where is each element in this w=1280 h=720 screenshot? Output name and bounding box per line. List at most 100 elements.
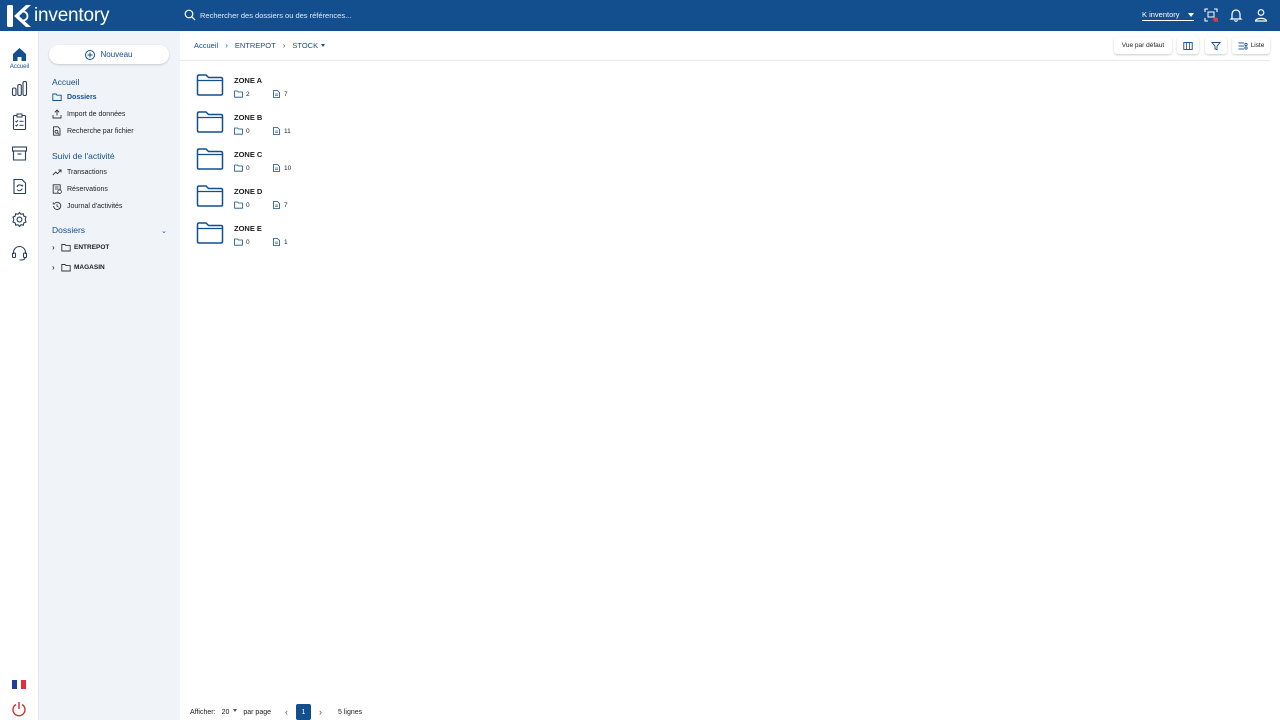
chevron-down-icon bbox=[1188, 12, 1194, 17]
rail-sync[interactable] bbox=[0, 178, 39, 195]
folder-icon bbox=[61, 263, 71, 271]
folder-icon bbox=[234, 238, 243, 246]
sidebar-item-transactions[interactable]: Transactions bbox=[52, 166, 107, 178]
folder-item-zone-b[interactable]: ZONE B 0 11 bbox=[196, 110, 396, 138]
subfolder-count: 0 bbox=[246, 164, 250, 172]
item-count: 7 bbox=[284, 201, 288, 209]
folder-item-zone-e[interactable]: ZONE E 0 1 bbox=[196, 221, 396, 249]
document-icon bbox=[273, 90, 280, 98]
current-page-button[interactable]: 1 bbox=[296, 704, 311, 720]
item-count: 11 bbox=[284, 127, 291, 135]
per-page-label: par page bbox=[243, 708, 271, 716]
folder-info: ZONE C 0 10 bbox=[234, 147, 310, 172]
folder-stats: 0 1 bbox=[234, 238, 310, 246]
chevron-right-icon: › bbox=[282, 41, 286, 50]
chevron-right-icon[interactable]: › bbox=[52, 263, 61, 272]
folder-info: ZONE E 0 1 bbox=[234, 221, 310, 246]
breadcrumb: Accueil › ENTREPOT › STOCK bbox=[194, 41, 326, 50]
caret-down-icon[interactable] bbox=[321, 44, 326, 47]
icon-rail: Accueil bbox=[0, 31, 39, 720]
support-headset-icon bbox=[11, 245, 28, 261]
subfolder-count: 2 bbox=[246, 90, 250, 98]
folder-icon bbox=[52, 93, 62, 101]
subfolder-count: 0 bbox=[246, 238, 250, 246]
sidebar-item-reservations[interactable]: Réservations bbox=[52, 183, 108, 195]
item-count: 7 bbox=[284, 90, 288, 98]
subfolder-count: 0 bbox=[246, 127, 250, 135]
section-accueil[interactable]: Accueil bbox=[52, 77, 79, 87]
new-button[interactable]: Nouveau bbox=[49, 45, 169, 64]
scan-icon[interactable] bbox=[1204, 8, 1218, 22]
tree-item-magasin[interactable]: › MAGASIN bbox=[52, 261, 105, 273]
list-view-button[interactable]: Liste bbox=[1232, 37, 1270, 54]
folder-info: ZONE A 2 7 bbox=[234, 73, 310, 98]
folder-stats: 0 11 bbox=[234, 127, 310, 135]
chevron-up-icon[interactable]: ⌄ bbox=[161, 227, 167, 235]
rail-home[interactable]: Accueil bbox=[0, 46, 39, 70]
account-name: K inventory bbox=[1142, 10, 1180, 19]
section-dossiers[interactable]: Dossiers bbox=[52, 225, 85, 235]
section-suivi[interactable]: Suivi de l'activité bbox=[52, 151, 115, 161]
list-settings-icon bbox=[1238, 42, 1248, 50]
columns-button[interactable] bbox=[1177, 37, 1199, 54]
power-icon[interactable] bbox=[11, 701, 27, 717]
home-icon bbox=[13, 48, 26, 61]
caret-down-icon bbox=[233, 708, 238, 712]
rail-settings[interactable] bbox=[0, 211, 39, 228]
pagination: Afficher: 20 par page ‹ 1 › 5 lignes bbox=[190, 704, 362, 720]
chevron-right-icon: › bbox=[225, 41, 228, 50]
bell-icon[interactable] bbox=[1229, 8, 1243, 22]
chevron-right-icon[interactable]: › bbox=[52, 243, 61, 252]
sidebar: Nouveau Accueil Dossiers Import de donné… bbox=[39, 31, 180, 720]
sidebar-item-dossiers[interactable]: Dossiers bbox=[52, 91, 97, 103]
search-input[interactable] bbox=[200, 10, 580, 20]
default-view-button[interactable]: Vue par défaut bbox=[1114, 37, 1172, 54]
app-logo[interactable]: inventory bbox=[6, 4, 109, 28]
rail-archive[interactable] bbox=[0, 145, 39, 162]
account-select[interactable]: K inventory bbox=[1142, 10, 1194, 21]
folder-icon bbox=[234, 164, 243, 172]
search-icon bbox=[184, 9, 196, 21]
header-divider bbox=[180, 60, 1270, 61]
folder-name: ZONE B bbox=[234, 113, 263, 122]
subfolder-count: 0 bbox=[246, 201, 250, 209]
show-label: Afficher: bbox=[190, 708, 216, 716]
tree-item-entrepot[interactable]: › ENTREPOT bbox=[52, 241, 109, 253]
next-page-icon[interactable]: › bbox=[319, 707, 322, 717]
folder-stats: 0 7 bbox=[234, 201, 310, 209]
filter-button[interactable] bbox=[1205, 37, 1227, 54]
folder-name: ZONE A bbox=[234, 76, 263, 85]
folder-item-zone-a[interactable]: ZONE A 2 7 bbox=[196, 73, 396, 101]
folder-info: ZONE B 0 11 bbox=[234, 110, 310, 135]
top-bar: inventory K inventory bbox=[0, 0, 1280, 31]
chart-icon bbox=[11, 80, 28, 97]
rail-checklist[interactable] bbox=[0, 113, 39, 130]
trending-up-icon bbox=[52, 169, 62, 176]
france-flag-icon[interactable] bbox=[12, 680, 27, 689]
folder-icon bbox=[196, 148, 224, 170]
folder-name: ZONE C bbox=[234, 150, 263, 159]
folder-item-zone-c[interactable]: ZONE C 0 10 bbox=[196, 147, 396, 175]
sync-document-icon bbox=[13, 178, 27, 195]
rail-support[interactable] bbox=[0, 244, 39, 261]
breadcrumb-accueil[interactable]: Accueil bbox=[194, 41, 218, 50]
item-count: 1 bbox=[284, 238, 288, 246]
folder-icon bbox=[196, 222, 224, 244]
page-size-value: 20 bbox=[221, 708, 230, 716]
sidebar-item-journal[interactable]: Journal d'activités bbox=[52, 200, 122, 212]
rail-statistics[interactable] bbox=[0, 80, 39, 97]
reservation-icon bbox=[52, 184, 62, 194]
sidebar-item-file-search[interactable]: Recherche par fichier bbox=[52, 125, 134, 137]
document-icon bbox=[273, 201, 280, 209]
folder-item-zone-d[interactable]: ZONE D 0 7 bbox=[196, 184, 396, 212]
item-count: 10 bbox=[284, 164, 292, 172]
sidebar-item-import[interactable]: Import de données bbox=[52, 108, 125, 120]
breadcrumb-stock[interactable]: STOCK bbox=[292, 41, 318, 50]
user-icon[interactable] bbox=[1254, 8, 1268, 22]
page-size-select[interactable]: 20 bbox=[221, 708, 238, 716]
breadcrumb-entrepot[interactable]: ENTREPOT bbox=[235, 41, 276, 50]
prev-page-icon[interactable]: ‹ bbox=[285, 707, 288, 717]
document-icon bbox=[273, 164, 280, 172]
checklist-icon bbox=[12, 113, 27, 130]
document-icon bbox=[273, 127, 280, 135]
